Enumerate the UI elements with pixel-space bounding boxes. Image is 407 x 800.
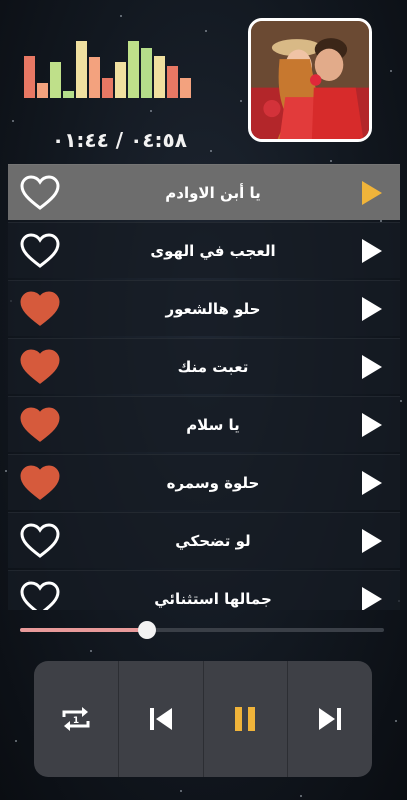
play-song-button[interactable] xyxy=(358,178,386,208)
play-icon xyxy=(362,470,382,495)
song-row[interactable]: جمالها استثنائي xyxy=(8,570,400,610)
favorite-button[interactable] xyxy=(18,463,62,503)
favorite-button[interactable] xyxy=(18,579,62,610)
elapsed-label: ٠١:٤٤ xyxy=(52,128,109,152)
song-title: حلو هالشعور xyxy=(165,299,261,318)
song-title: العجب في الهوى xyxy=(150,241,276,260)
previous-button[interactable] xyxy=(119,661,204,777)
play-song-button[interactable] xyxy=(358,468,386,498)
play-song-button[interactable] xyxy=(358,294,386,324)
equalizer-visualizer xyxy=(24,40,196,98)
album-art xyxy=(248,18,372,142)
equalizer-bar xyxy=(50,62,61,98)
heart-icon xyxy=(20,406,60,442)
play-icon xyxy=(362,238,382,263)
equalizer-bar xyxy=(89,57,100,98)
heart-icon xyxy=(20,580,60,610)
time-display: ٠٤:٥٨ / ٠١:٤٤ xyxy=(52,128,187,152)
song-title: جمالها استثنائي xyxy=(154,589,272,608)
favorite-button[interactable] xyxy=(18,347,62,387)
favorite-button[interactable] xyxy=(18,405,62,445)
heart-icon xyxy=(20,348,60,384)
pause-button[interactable] xyxy=(204,661,289,777)
equalizer-bar xyxy=(63,91,74,98)
seek-bar[interactable] xyxy=(20,621,384,639)
skip-next-icon xyxy=(319,708,342,730)
play-icon xyxy=(362,412,382,437)
song-row[interactable]: تعبت منك xyxy=(8,338,400,394)
svg-text:1: 1 xyxy=(73,716,79,726)
song-list[interactable]: يا أبن الاوادم العجب في الهوى حلو هالشعور ت… xyxy=(8,164,400,610)
favorite-button[interactable] xyxy=(18,289,62,329)
song-title: حلوة وسمره xyxy=(166,473,260,492)
seek-bar-fill xyxy=(20,628,147,632)
play-icon xyxy=(362,354,382,379)
seek-bar-thumb[interactable] xyxy=(138,621,156,639)
repeat-one-icon: 1 xyxy=(62,707,90,731)
duration-label: ٠٤:٥٨ xyxy=(130,128,187,152)
favorite-button[interactable] xyxy=(18,521,62,561)
equalizer-bar xyxy=(180,78,191,98)
playback-controls: 1 xyxy=(34,661,372,777)
equalizer-bar xyxy=(141,48,152,98)
song-row[interactable]: حلو هالشعور xyxy=(8,280,400,336)
play-icon xyxy=(362,586,382,610)
repeat-button[interactable]: 1 xyxy=(34,661,119,777)
heart-icon xyxy=(20,290,60,326)
play-icon xyxy=(362,528,382,553)
play-song-button[interactable] xyxy=(358,526,386,556)
equalizer-bar xyxy=(128,41,139,98)
pause-icon xyxy=(235,707,256,731)
favorite-button[interactable] xyxy=(18,231,62,271)
play-song-button[interactable] xyxy=(358,236,386,266)
song-row[interactable]: العجب في الهوى xyxy=(8,222,400,278)
song-row[interactable]: لو تضحكي xyxy=(8,512,400,568)
equalizer-bar xyxy=(115,62,126,98)
play-icon xyxy=(362,296,382,321)
next-button[interactable] xyxy=(288,661,372,777)
time-separator: / xyxy=(108,128,124,152)
song-row[interactable]: يا أبن الاوادم xyxy=(8,164,400,220)
favorite-button[interactable] xyxy=(18,173,62,213)
song-row[interactable]: حلوة وسمره xyxy=(8,454,400,510)
heart-icon xyxy=(20,522,60,558)
song-title: تعبت منك xyxy=(177,357,249,376)
play-icon xyxy=(362,180,382,205)
equalizer-bar xyxy=(37,83,48,98)
play-song-button[interactable] xyxy=(358,352,386,382)
song-row[interactable]: يا سلام xyxy=(8,396,400,452)
heart-icon xyxy=(20,464,60,500)
equalizer-bar xyxy=(76,41,87,98)
song-title: يا أبن الاوادم xyxy=(165,183,261,202)
equalizer-bar xyxy=(24,56,35,98)
album-art-image xyxy=(251,21,369,139)
skip-previous-icon xyxy=(149,708,172,730)
equalizer-bar xyxy=(154,56,165,98)
song-title: يا سلام xyxy=(186,415,240,434)
song-title: لو تضحكي xyxy=(175,531,251,550)
heart-icon xyxy=(20,174,60,210)
heart-icon xyxy=(20,232,60,268)
equalizer-bar xyxy=(102,78,113,98)
play-song-button[interactable] xyxy=(358,584,386,610)
equalizer-bar xyxy=(167,66,178,98)
play-song-button[interactable] xyxy=(358,410,386,440)
